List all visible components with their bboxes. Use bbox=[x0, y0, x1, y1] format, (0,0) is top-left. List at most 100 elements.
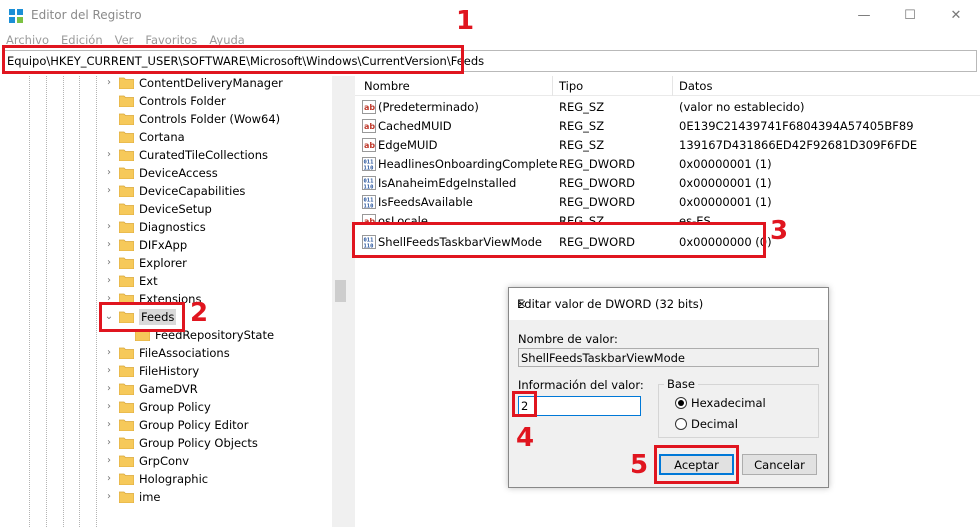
list-row[interactable]: 011 110 HeadlinesOnboardingComplete REG_DWO… bbox=[355, 155, 980, 174]
folder-icon bbox=[118, 76, 135, 90]
chevron-right-icon[interactable]: › bbox=[104, 255, 114, 271]
tree-item[interactable]: › Ext bbox=[0, 272, 340, 290]
address-path: Equipo\HKEY_CURRENT_USER\SOFTWARE\Micros… bbox=[7, 54, 485, 68]
folder-icon bbox=[118, 256, 135, 270]
list-row[interactable]: ab EdgeMUID REG_SZ 139167D431866ED42F92681D… bbox=[355, 136, 980, 155]
folder-icon bbox=[118, 220, 135, 234]
tree-item-label: Group Policy Objects bbox=[139, 436, 258, 450]
tree-item[interactable]: Controls Folder (Wow64) bbox=[0, 110, 340, 128]
tree-item[interactable]: › FileHistory bbox=[0, 362, 340, 380]
ok-button[interactable]: Aceptar bbox=[659, 454, 734, 475]
tree-item[interactable]: Controls Folder bbox=[0, 92, 340, 110]
tree-item[interactable]: › Extensions bbox=[0, 290, 340, 308]
tree-item-label: Holographic bbox=[139, 472, 209, 486]
radio-hexadecimal-label[interactable]: Hexadecimal bbox=[691, 396, 766, 410]
chevron-right-icon[interactable]: › bbox=[104, 363, 114, 379]
folder-icon bbox=[118, 148, 135, 162]
annotation-step-2: 2 bbox=[190, 298, 209, 328]
tree-item-label: Group Policy Editor bbox=[139, 418, 249, 432]
value-data-input[interactable]: 2 bbox=[518, 396, 641, 416]
list-row[interactable]: ab CachedMUID REG_SZ 0E139C21439741F6804394… bbox=[355, 117, 980, 136]
menu-archivo[interactable]: Archivo bbox=[0, 32, 55, 49]
tree-item[interactable]: › ime bbox=[0, 488, 340, 506]
chevron-right-icon[interactable]: › bbox=[104, 165, 114, 181]
registry-tree[interactable]: › ContentDeliveryManager Controls Folder Co… bbox=[0, 76, 349, 527]
chevron-right-icon[interactable]: › bbox=[104, 183, 114, 199]
dword-value-icon: 011 110 bbox=[362, 176, 376, 191]
column-data[interactable]: Datos bbox=[679, 79, 712, 93]
menu-edicion[interactable]: Edición bbox=[55, 32, 109, 49]
list-row[interactable]: ab osLocale REG_SZ es-ES bbox=[355, 212, 980, 222]
chevron-right-icon[interactable]: › bbox=[104, 417, 114, 433]
tree-item[interactable]: › DeviceCapabilities bbox=[0, 182, 340, 200]
address-bar[interactable]: Equipo\HKEY_CURRENT_USER\SOFTWARE\Micros… bbox=[3, 50, 977, 72]
folder-icon bbox=[118, 94, 135, 108]
chevron-right-icon[interactable]: › bbox=[104, 381, 114, 397]
chevron-right-icon[interactable]: › bbox=[104, 435, 114, 451]
maximize-button[interactable]: ☐ bbox=[887, 0, 933, 30]
menu-ver[interactable]: Ver bbox=[109, 32, 140, 49]
chevron-right-icon[interactable]: › bbox=[104, 76, 114, 91]
chevron-right-icon[interactable]: › bbox=[104, 237, 114, 253]
list-row[interactable]: 011 110 IsAnaheimEdgeInstalled REG_DWORD 0x0… bbox=[355, 174, 980, 193]
tree-item[interactable]: › GrpConv bbox=[0, 452, 340, 470]
tree-item[interactable]: › Holographic bbox=[0, 470, 340, 488]
tree-item[interactable]: › FileAssociations bbox=[0, 344, 340, 362]
tree-item-label: CuratedTileCollections bbox=[139, 148, 268, 162]
tree-item[interactable]: › ContentDeliveryManager bbox=[0, 76, 340, 92]
list-row[interactable]: 011 110 IsFeedsAvailable REG_DWORD 0x0000000… bbox=[355, 193, 980, 212]
value-name-text: ShellFeedsTaskbarViewMode bbox=[521, 351, 685, 365]
tree-item[interactable]: › Diagnostics bbox=[0, 218, 340, 236]
svg-text:110: 110 bbox=[364, 166, 374, 172]
tree-scrollbar[interactable] bbox=[332, 76, 349, 527]
radio-decimal-label[interactable]: Decimal bbox=[691, 417, 738, 431]
radio-hexadecimal[interactable] bbox=[675, 397, 687, 409]
column-name[interactable]: Nombre bbox=[364, 79, 410, 93]
cancel-button[interactable]: Cancelar bbox=[742, 454, 817, 475]
tree-item[interactable]: › Group Policy Editor bbox=[0, 416, 340, 434]
folder-icon bbox=[118, 166, 135, 180]
list-row[interactable]: 011 110 ShellFeedsTaskbarViewMode REG_DWORD… bbox=[355, 233, 980, 252]
tree-scrollbar-thumb[interactable] bbox=[335, 280, 346, 302]
tree-item[interactable]: DeviceSetup bbox=[0, 200, 340, 218]
chevron-right-icon[interactable]: › bbox=[104, 291, 114, 307]
column-type[interactable]: Tipo bbox=[559, 79, 583, 93]
chevron-right-icon[interactable]: › bbox=[104, 453, 114, 469]
chevron-right-icon[interactable]: › bbox=[104, 471, 114, 487]
chevron-down-icon[interactable]: ⌄ bbox=[104, 309, 114, 325]
dialog-close-icon[interactable]: ✕ bbox=[517, 297, 527, 311]
menu-favoritos[interactable]: Favoritos bbox=[139, 32, 203, 49]
cell-name: ShellFeedsTaskbarViewMode bbox=[378, 235, 542, 249]
chevron-right-icon[interactable]: › bbox=[104, 489, 114, 505]
folder-icon bbox=[118, 454, 135, 468]
chevron-right-icon[interactable]: › bbox=[104, 273, 114, 289]
svg-text:110: 110 bbox=[364, 185, 374, 191]
chevron-right-icon[interactable]: › bbox=[104, 219, 114, 235]
close-button[interactable]: ✕ bbox=[933, 0, 979, 30]
folder-icon bbox=[134, 328, 151, 342]
chevron-right-icon[interactable]: › bbox=[104, 345, 114, 361]
tree-item[interactable]: Cortana bbox=[0, 128, 340, 146]
cell-name: IsFeedsAvailable bbox=[378, 195, 473, 209]
radio-decimal[interactable] bbox=[675, 418, 687, 430]
tree-item[interactable]: FeedRepositoryState bbox=[0, 326, 340, 344]
tree-item[interactable]: › Group Policy bbox=[0, 398, 340, 416]
cell-type: REG_SZ bbox=[559, 214, 605, 222]
window-title: Editor del Registro bbox=[31, 8, 142, 22]
minimize-button[interactable]: — bbox=[841, 0, 887, 30]
folder-icon bbox=[118, 238, 135, 252]
menu-ayuda[interactable]: Ayuda bbox=[203, 32, 251, 49]
chevron-right-icon[interactable]: › bbox=[104, 399, 114, 415]
tree-item[interactable]: › GameDVR bbox=[0, 380, 340, 398]
cell-data: 0x00000001 (1) bbox=[679, 157, 772, 171]
dialog-title: Editar valor de DWORD (32 bits) bbox=[517, 297, 704, 311]
tree-item[interactable]: › Group Policy Objects bbox=[0, 434, 340, 452]
tree-item[interactable]: ⌄ Feeds bbox=[0, 308, 340, 326]
tree-item[interactable]: › DIFxApp bbox=[0, 236, 340, 254]
tree-item[interactable]: › CuratedTileCollections bbox=[0, 146, 340, 164]
tree-item[interactable]: › DeviceAccess bbox=[0, 164, 340, 182]
tree-item[interactable]: › Explorer bbox=[0, 254, 340, 272]
list-row[interactable]: ab (Predeterminado) REG_SZ (valor no establ… bbox=[355, 98, 980, 117]
chevron-right-icon[interactable]: › bbox=[104, 147, 114, 163]
cell-type: REG_DWORD bbox=[559, 176, 636, 190]
